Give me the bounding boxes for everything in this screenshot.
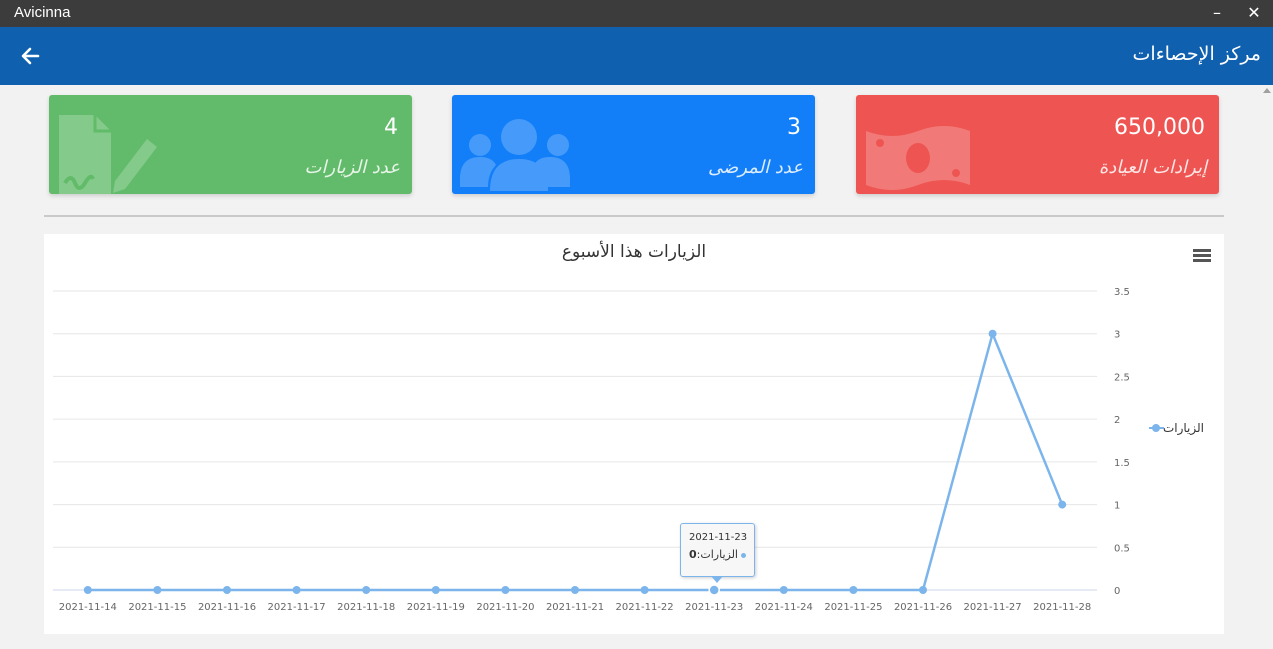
y-tick-label: 2.5 [1114,372,1130,383]
data-point[interactable] [292,586,301,594]
revenue-label: إيرادات العيادة [1098,157,1207,178]
hamburger-menu-icon[interactable] [1193,249,1211,263]
data-point[interactable] [362,586,371,594]
y-tick-label: 3 [1114,330,1120,341]
stat-card-patients: 3 عدد المرضى [452,95,815,194]
x-tick-label: 2021-11-26 [894,602,952,613]
stat-card-visits: 4 عدد الزيارات [49,95,412,194]
x-tick-label: 2021-11-18 [337,602,395,613]
tooltip-value: 0 [689,548,697,561]
tooltip-pointer [711,576,723,583]
data-point[interactable] [501,586,510,594]
scroll-up-arrow-icon[interactable] [1263,88,1271,93]
x-tick-label: 2021-11-19 [407,602,465,613]
visits-count: 4 [384,115,398,140]
vertical-scrollbar[interactable] [1261,85,1273,649]
section-divider [44,215,1224,217]
tooltip-row: الزيارات:0 [689,548,746,561]
arrow-left-icon [21,47,40,65]
data-point[interactable] [849,586,858,594]
data-point[interactable] [223,586,231,594]
data-point[interactable] [1058,500,1067,509]
minimize-button[interactable]: – [1203,2,1231,24]
legend-marker [1152,424,1160,432]
revenue-amount: 650,000 [1114,115,1205,140]
chart-title: الزيارات هذا الأسبوع [561,242,707,262]
y-tick-label: 0 [1114,586,1120,597]
chart-tooltip: 2021-11-23 الزيارات:0 [680,523,755,577]
y-tick-label: 3.5 [1114,287,1130,298]
data-point[interactable] [83,586,92,594]
x-tick-label: 2021-11-17 [268,602,326,613]
x-tick-label: 2021-11-14 [59,602,117,613]
visits-label: عدد الزيارات [304,157,400,178]
page-header: مركز الإحصاءات [0,27,1273,85]
page-title: مركز الإحصاءات [1132,43,1261,65]
tooltip-date: 2021-11-23 [689,532,748,543]
y-tick-label: 1 [1114,501,1120,512]
tooltip-series-dot [741,553,746,558]
x-tick-label: 2021-11-16 [198,602,256,613]
x-tick-label: 2021-11-15 [128,602,186,613]
data-point[interactable] [779,586,788,594]
x-tick-label: 2021-11-20 [476,602,534,613]
data-point[interactable] [431,586,440,594]
x-tick-label: 2021-11-21 [546,602,604,613]
x-tick-label: 2021-11-27 [964,602,1022,613]
signature-document-icon [59,115,157,194]
data-point[interactable] [640,586,649,594]
x-tick-label: 2021-11-25 [824,602,882,613]
stat-card-revenue: 650,000 إيرادات العيادة [856,95,1219,194]
close-window-button[interactable]: ✕ [1240,2,1268,24]
y-tick-label: 2 [1114,415,1120,426]
money-bill-icon [866,126,970,190]
data-point[interactable] [153,586,162,594]
x-tick-label: 2021-11-24 [755,602,813,613]
y-tick-label: 0.5 [1114,543,1130,554]
window-titlebar: Avicinna – ✕ [0,0,1273,27]
visits-chart-panel: 0 0.5 1 1.5 2 2.5 3 3.5 2021-11-14 2021-11-15 2021… [44,234,1224,634]
users-group-icon [460,119,570,191]
x-tick-label: 2021-11-23 [685,602,743,613]
x-tick-label: 2021-11-22 [616,602,674,613]
data-point[interactable] [708,584,720,596]
legend-label[interactable]: الزيارات [1163,421,1204,436]
app-title: Avicinna [14,4,71,21]
x-tick-label: 2021-11-28 [1033,602,1091,613]
back-button[interactable] [18,44,44,68]
patients-label: عدد المرضى [707,157,803,178]
data-point[interactable] [919,586,927,594]
data-point[interactable] [571,586,579,594]
data-point[interactable] [988,329,997,338]
y-tick-label: 1.5 [1114,458,1130,469]
line-chart: 0 0.5 1 1.5 2 2.5 3 3.5 2021-11-14 2021-11-15 2021… [53,287,1204,613]
tooltip-series-name: الزيارات [700,548,738,561]
patients-count: 3 [787,115,801,140]
